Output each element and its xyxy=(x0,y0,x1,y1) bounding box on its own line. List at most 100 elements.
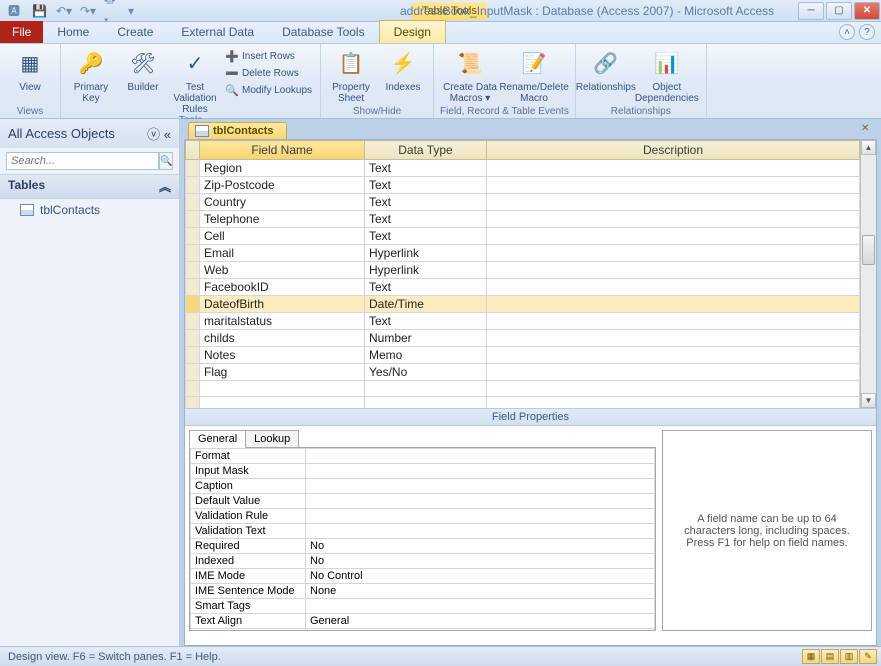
property-value[interactable]: For dates xyxy=(306,629,655,632)
delete-rows-button[interactable]: ➖Delete Rows xyxy=(223,65,314,81)
row-selector[interactable] xyxy=(186,177,200,194)
lookup-tab[interactable]: Lookup xyxy=(245,430,299,448)
property-grid[interactable]: FormatInput MaskCaptionDefault ValueVali… xyxy=(189,447,656,631)
object-dependencies-button[interactable]: 📊Object Dependencies xyxy=(634,48,700,104)
pivot-chart-view-icon[interactable]: ▥ xyxy=(840,649,858,664)
access-app-icon[interactable]: 🅰 xyxy=(8,4,22,18)
nav-dropdown-icon[interactable]: ⓥ « xyxy=(147,124,171,143)
field-name-cell[interactable]: DateofBirth xyxy=(200,296,365,313)
indexes-button[interactable]: ⚡Indexes xyxy=(379,48,427,93)
property-row[interactable]: Smart Tags xyxy=(191,599,655,614)
grid-row[interactable]: DateofBirth Date/Time xyxy=(186,296,860,313)
maximize-button[interactable]: ▢ xyxy=(826,2,852,20)
redo-icon[interactable]: ↷▾ xyxy=(80,4,94,18)
property-value[interactable]: None xyxy=(306,584,655,599)
data-type-cell[interactable] xyxy=(365,381,487,397)
property-row[interactable]: IME ModeNo Control xyxy=(191,569,655,584)
description-header[interactable]: Description xyxy=(487,141,860,160)
property-row[interactable]: Validation Text xyxy=(191,524,655,539)
description-cell[interactable] xyxy=(487,279,860,296)
description-cell[interactable] xyxy=(487,262,860,279)
data-type-cell[interactable]: Text xyxy=(365,194,487,211)
data-type-cell[interactable]: Text xyxy=(365,279,487,296)
description-cell[interactable] xyxy=(487,330,860,347)
tables-group-header[interactable]: Tables︽ xyxy=(0,174,179,199)
collapse-icon[interactable]: ︽ xyxy=(159,178,171,195)
grid-row[interactable]: FacebookID Text xyxy=(186,279,860,296)
data-type-cell[interactable]: Memo xyxy=(365,347,487,364)
grid-row[interactable]: Notes Memo xyxy=(186,347,860,364)
data-type-cell[interactable]: Hyperlink xyxy=(365,262,487,279)
description-cell[interactable] xyxy=(487,313,860,330)
row-selector[interactable] xyxy=(186,330,200,347)
data-type-cell[interactable]: Date/Time xyxy=(365,296,487,313)
data-type-cell[interactable]: Text xyxy=(365,177,487,194)
description-cell[interactable] xyxy=(487,160,860,177)
grid-row[interactable] xyxy=(186,381,860,397)
database-tools-tab[interactable]: Database Tools xyxy=(268,21,379,43)
property-value[interactable]: No xyxy=(306,554,655,569)
view-button[interactable]: ▦ View xyxy=(6,48,54,93)
design-view-icon[interactable]: ✎ xyxy=(859,649,877,664)
field-name-cell[interactable]: Country xyxy=(200,194,365,211)
description-cell[interactable] xyxy=(487,381,860,397)
home-tab[interactable]: Home xyxy=(43,21,103,43)
property-value[interactable] xyxy=(306,599,655,614)
field-name-cell[interactable]: Telephone xyxy=(200,211,365,228)
row-selector[interactable] xyxy=(186,245,200,262)
property-row[interactable]: Caption xyxy=(191,479,655,494)
property-value[interactable] xyxy=(306,494,655,509)
description-cell[interactable] xyxy=(487,347,860,364)
grid-row[interactable]: maritalstatus Text xyxy=(186,313,860,330)
scroll-up-icon[interactable]: ▲ xyxy=(861,140,876,155)
grid-row[interactable] xyxy=(186,397,860,409)
row-selector[interactable] xyxy=(186,381,200,397)
create-tab[interactable]: Create xyxy=(103,21,167,43)
data-type-cell[interactable] xyxy=(365,397,487,409)
property-row[interactable]: IME Sentence ModeNone xyxy=(191,584,655,599)
property-value[interactable] xyxy=(306,524,655,539)
property-value[interactable]: No Control xyxy=(306,569,655,584)
datasheet-view-icon[interactable]: ▦ xyxy=(802,649,820,664)
data-type-cell[interactable]: Text xyxy=(365,228,487,245)
row-selector[interactable] xyxy=(186,347,200,364)
external-data-tab[interactable]: External Data xyxy=(167,21,268,43)
field-name-cell[interactable]: Cell xyxy=(200,228,365,245)
help-icon[interactable]: ? xyxy=(859,24,875,40)
property-row[interactable]: Validation Rule xyxy=(191,509,655,524)
test-validation-button[interactable]: ✓Test Validation Rules xyxy=(171,48,219,115)
property-value[interactable] xyxy=(306,509,655,524)
grid-row[interactable]: Telephone Text xyxy=(186,211,860,228)
save-icon[interactable]: 💾 xyxy=(32,4,46,18)
property-row[interactable]: Input Mask xyxy=(191,464,655,479)
relationships-button[interactable]: 🔗Relationships xyxy=(582,48,630,93)
property-value[interactable]: General xyxy=(306,614,655,629)
undo-icon[interactable]: ↶▾ xyxy=(56,4,70,18)
row-selector[interactable] xyxy=(186,160,200,177)
modify-lookups-button[interactable]: 🔍Modify Lookups xyxy=(223,82,314,98)
field-name-cell[interactable]: Notes xyxy=(200,347,365,364)
pivot-table-view-icon[interactable]: ▤ xyxy=(821,649,839,664)
data-type-header[interactable]: Data Type xyxy=(365,141,487,160)
nav-search-input[interactable] xyxy=(6,152,159,170)
field-name-cell[interactable] xyxy=(200,381,365,397)
grid-row[interactable]: childs Number xyxy=(186,330,860,347)
row-selector[interactable] xyxy=(186,397,200,409)
grid-row[interactable]: Region Text xyxy=(186,160,860,177)
data-type-cell[interactable]: Text xyxy=(365,160,487,177)
property-value[interactable] xyxy=(306,449,655,464)
row-selector[interactable] xyxy=(186,313,200,330)
description-cell[interactable] xyxy=(487,211,860,228)
builder-button[interactable]: 🛠Builder xyxy=(119,48,167,93)
property-row[interactable]: IndexedNo xyxy=(191,554,655,569)
row-selector[interactable] xyxy=(186,194,200,211)
grid-row[interactable]: Email Hyperlink xyxy=(186,245,860,262)
property-row[interactable]: RequiredNo xyxy=(191,539,655,554)
vertical-scrollbar[interactable]: ▲ ▼ xyxy=(860,140,876,408)
grid-row[interactable]: Zip-Postcode Text xyxy=(186,177,860,194)
row-selector[interactable] xyxy=(186,211,200,228)
scroll-down-icon[interactable]: ▼ xyxy=(861,393,876,408)
row-selector[interactable] xyxy=(186,364,200,381)
data-type-cell[interactable]: Text xyxy=(365,313,487,330)
design-grid[interactable]: Field Name Data Type Description Region … xyxy=(185,140,860,408)
